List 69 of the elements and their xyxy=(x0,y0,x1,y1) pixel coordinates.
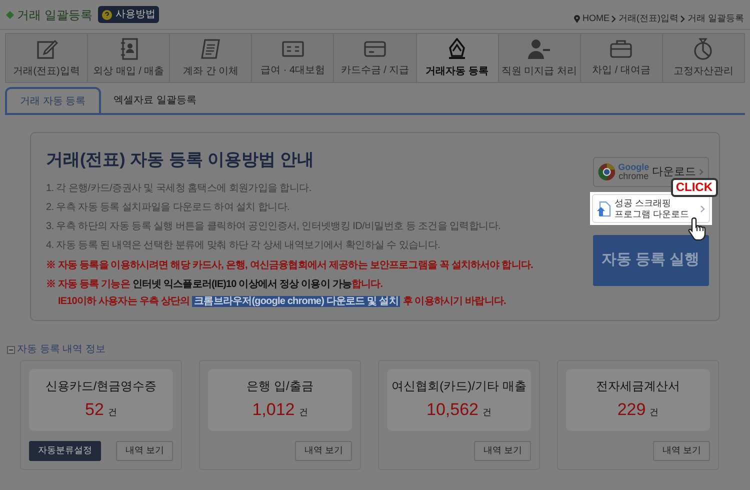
guide-step: 4. 자동 등록 된 내역은 선택한 분류에 맞춰 하단 각 상세 내역보기에서 확인하실 수 있습니다. xyxy=(46,236,591,254)
unit-label: 건 xyxy=(482,406,492,420)
auto-classify-button[interactable]: 자동분류설정 xyxy=(29,441,101,461)
guide-step: 2. 우측 자동 등록 설치파일을 다운로드 하여 설치 합니다. xyxy=(46,198,591,216)
card-icon xyxy=(280,38,305,58)
pie-chart-icon xyxy=(692,38,714,60)
question-icon xyxy=(102,10,112,20)
notice-text: ※ 자동 등록 기능은 인터넷 익스플로러(IE)10 이상에서 정상 이용이 가능합니다. xyxy=(46,278,384,292)
guide-step: 1. 각 은행/카드/증권사 및 국세청 홈택스에 회원가입을 합니다. xyxy=(46,178,591,198)
sub-tab[interactable]: 엑셀자료 일괄등록 xyxy=(100,87,210,113)
breadcrumb-link[interactable]: 거래(전표)입력 xyxy=(618,12,678,26)
nav-tab[interactable]: 계좌 간 이체 xyxy=(170,34,252,82)
breadcrumb-link[interactable]: HOME xyxy=(582,12,610,26)
run-auto-register-button[interactable]: 자동 등록 실행 xyxy=(592,235,708,286)
pencil-square-icon xyxy=(36,38,58,60)
logo-text: chrome xyxy=(618,172,650,181)
view-details-button[interactable]: 내역 보기 xyxy=(116,441,173,461)
location-pin-icon xyxy=(574,14,580,22)
section-title: 자동 등록 내역 정보 xyxy=(17,343,106,357)
credit-card-icon xyxy=(362,38,387,58)
nav-tab[interactable]: 직원 미지급 처리 xyxy=(498,34,581,82)
breadcrumb-link[interactable]: 거래 일괄등록 xyxy=(687,12,744,26)
contact-book-icon xyxy=(118,38,139,60)
button-label: 다운로드 xyxy=(652,164,696,180)
page-title: 거래 일괄등록 xyxy=(17,6,92,24)
nav-tab[interactable]: 차입 / 대여금 xyxy=(580,34,663,82)
person-minus-icon xyxy=(527,38,552,60)
nav-tab[interactable]: 카드수금 / 지급 xyxy=(334,34,417,82)
logo-text: Google xyxy=(618,163,650,172)
nav-tab[interactable]: 고정자산관리 xyxy=(662,34,744,82)
guide-title: 거래(전표) 자동 등록 이용방법 안내 xyxy=(46,149,316,171)
stat-count: 10,562 xyxy=(426,399,478,422)
stat-title: 전자세금계산서 xyxy=(596,378,680,396)
document-icon xyxy=(200,38,222,60)
briefcase-icon xyxy=(609,38,634,58)
pawn-icon xyxy=(447,38,468,60)
unit-label: 건 xyxy=(650,406,659,420)
chevron-icon xyxy=(611,14,616,22)
notice-text: IE10이하 사용자는 우측 상단의 크롬브라우저(google chrome) 다운로드 및 설치 후 이용하시기 바랍니다. xyxy=(57,294,507,308)
chevron-icon xyxy=(700,204,704,212)
nav-tab[interactable]: 거래자동 등록 xyxy=(416,34,499,82)
nav-tab[interactable]: 급여 · 4대보험 xyxy=(252,34,334,82)
stat-count: 229 xyxy=(617,399,646,422)
stat-title: 신용카드/현금영수증 xyxy=(45,378,157,396)
stat-count: 1,012 xyxy=(252,399,295,422)
file-upload-icon xyxy=(596,200,610,216)
chevron-icon xyxy=(680,14,686,22)
sub-tab[interactable]: 거래 자동 등록 xyxy=(5,87,101,113)
collapse-icon xyxy=(7,346,15,354)
nav-tab[interactable]: 거래(전표)입력 xyxy=(6,34,88,82)
view-details-button[interactable]: 내역 보기 xyxy=(295,441,352,461)
stat-title: 은행 입/출금 xyxy=(246,378,314,396)
help-button[interactable]: 사용방법 xyxy=(98,6,160,23)
stat-title: 여신협회(카드)/기타 매출 xyxy=(392,378,526,396)
stat-count: 52 xyxy=(85,399,104,422)
button-label: 프로그램 다운로드 xyxy=(614,208,690,220)
guide-step: 3. 우측 하단의 자동 등록 실행 버튼을 클릭하여 공인인증서, 인터넷뱅킹 ID/비밀번호 등 조건을 입력합니다. xyxy=(46,216,591,236)
view-details-button[interactable]: 내역 보기 xyxy=(474,441,531,461)
notice-text: ※ 자동 등록을 이용하시려면 해당 카드사, 은행, 여신금융협회에서 제공하는 보안프로그램을 꼭 설치하서야 합니다. xyxy=(46,258,534,272)
click-callout: CLICK xyxy=(670,178,718,197)
view-details-button[interactable]: 내역 보기 xyxy=(653,441,710,461)
chrome-logo-icon xyxy=(598,162,616,182)
diamond-icon xyxy=(6,10,14,18)
button-label: 성공 스크래핑 xyxy=(614,198,672,208)
nav-tab[interactable]: 외상 매입 / 매출 xyxy=(88,34,170,82)
unit-label: 건 xyxy=(108,406,117,420)
scraping-download-button[interactable]: 성공 스크래핑 프로그램 다운로드 xyxy=(592,194,710,223)
unit-label: 건 xyxy=(298,406,308,420)
chevron-icon xyxy=(699,168,704,176)
